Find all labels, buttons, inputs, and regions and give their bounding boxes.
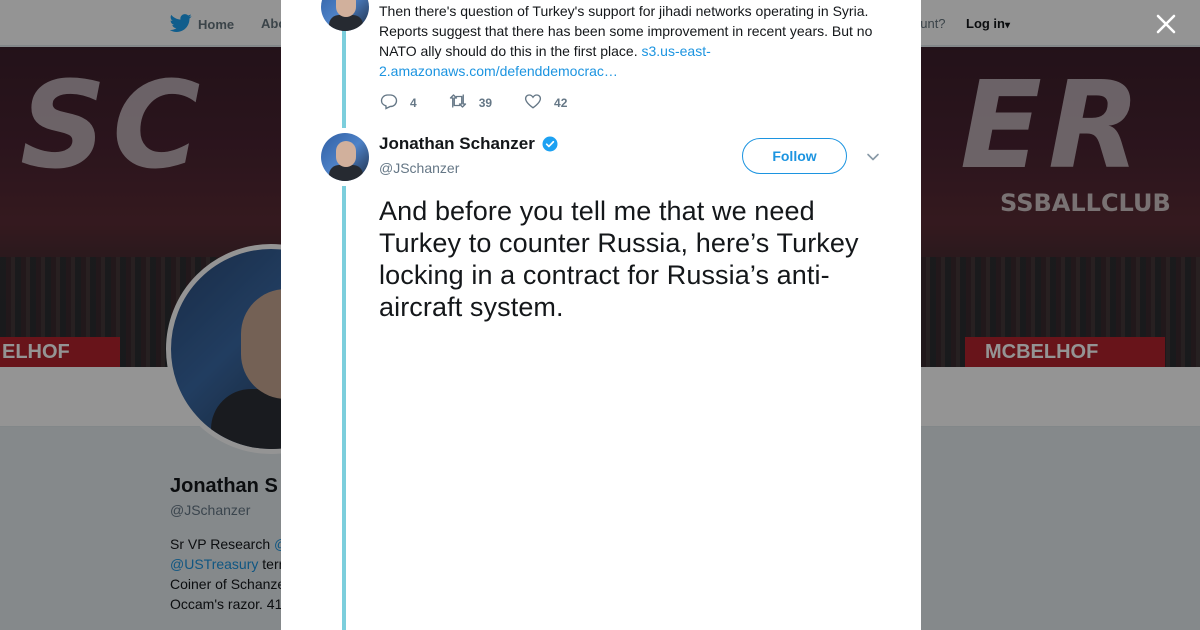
previous-tweet-text: Then there's question of Turkey's suppor… [379,1,879,81]
tweet-author: Jonathan Schanzer @JSchanzer [379,134,559,176]
tweet-more-menu-button[interactable] [864,148,882,166]
author-handle[interactable]: @JSchanzer [379,160,559,176]
retweet-button[interactable]: 39 [449,92,492,113]
close-icon [1152,14,1180,42]
heart-icon [524,92,542,113]
close-button[interactable] [1152,10,1180,38]
thread-connector-line [342,186,346,630]
previous-tweet-actions: 4 39 42 [380,92,599,113]
author-avatar[interactable] [321,133,369,181]
previous-tweet-avatar[interactable] [321,0,369,31]
author-name[interactable]: Jonathan Schanzer [379,134,535,154]
chevron-down-icon [864,153,882,170]
retweet-icon [449,92,467,113]
retweet-count: 39 [478,95,493,110]
verified-badge-icon [541,135,559,153]
reply-button[interactable]: 4 [380,92,417,113]
like-button[interactable]: 42 [524,92,567,113]
reply-icon [380,92,398,113]
tweet-text: And before you tell me that we need Turk… [379,196,859,322]
like-count: 42 [554,95,568,110]
follow-button[interactable]: Follow [742,138,847,174]
previous-tweet-body: Then there's question of Turkey's suppor… [379,3,873,59]
reply-count: 4 [410,95,417,110]
